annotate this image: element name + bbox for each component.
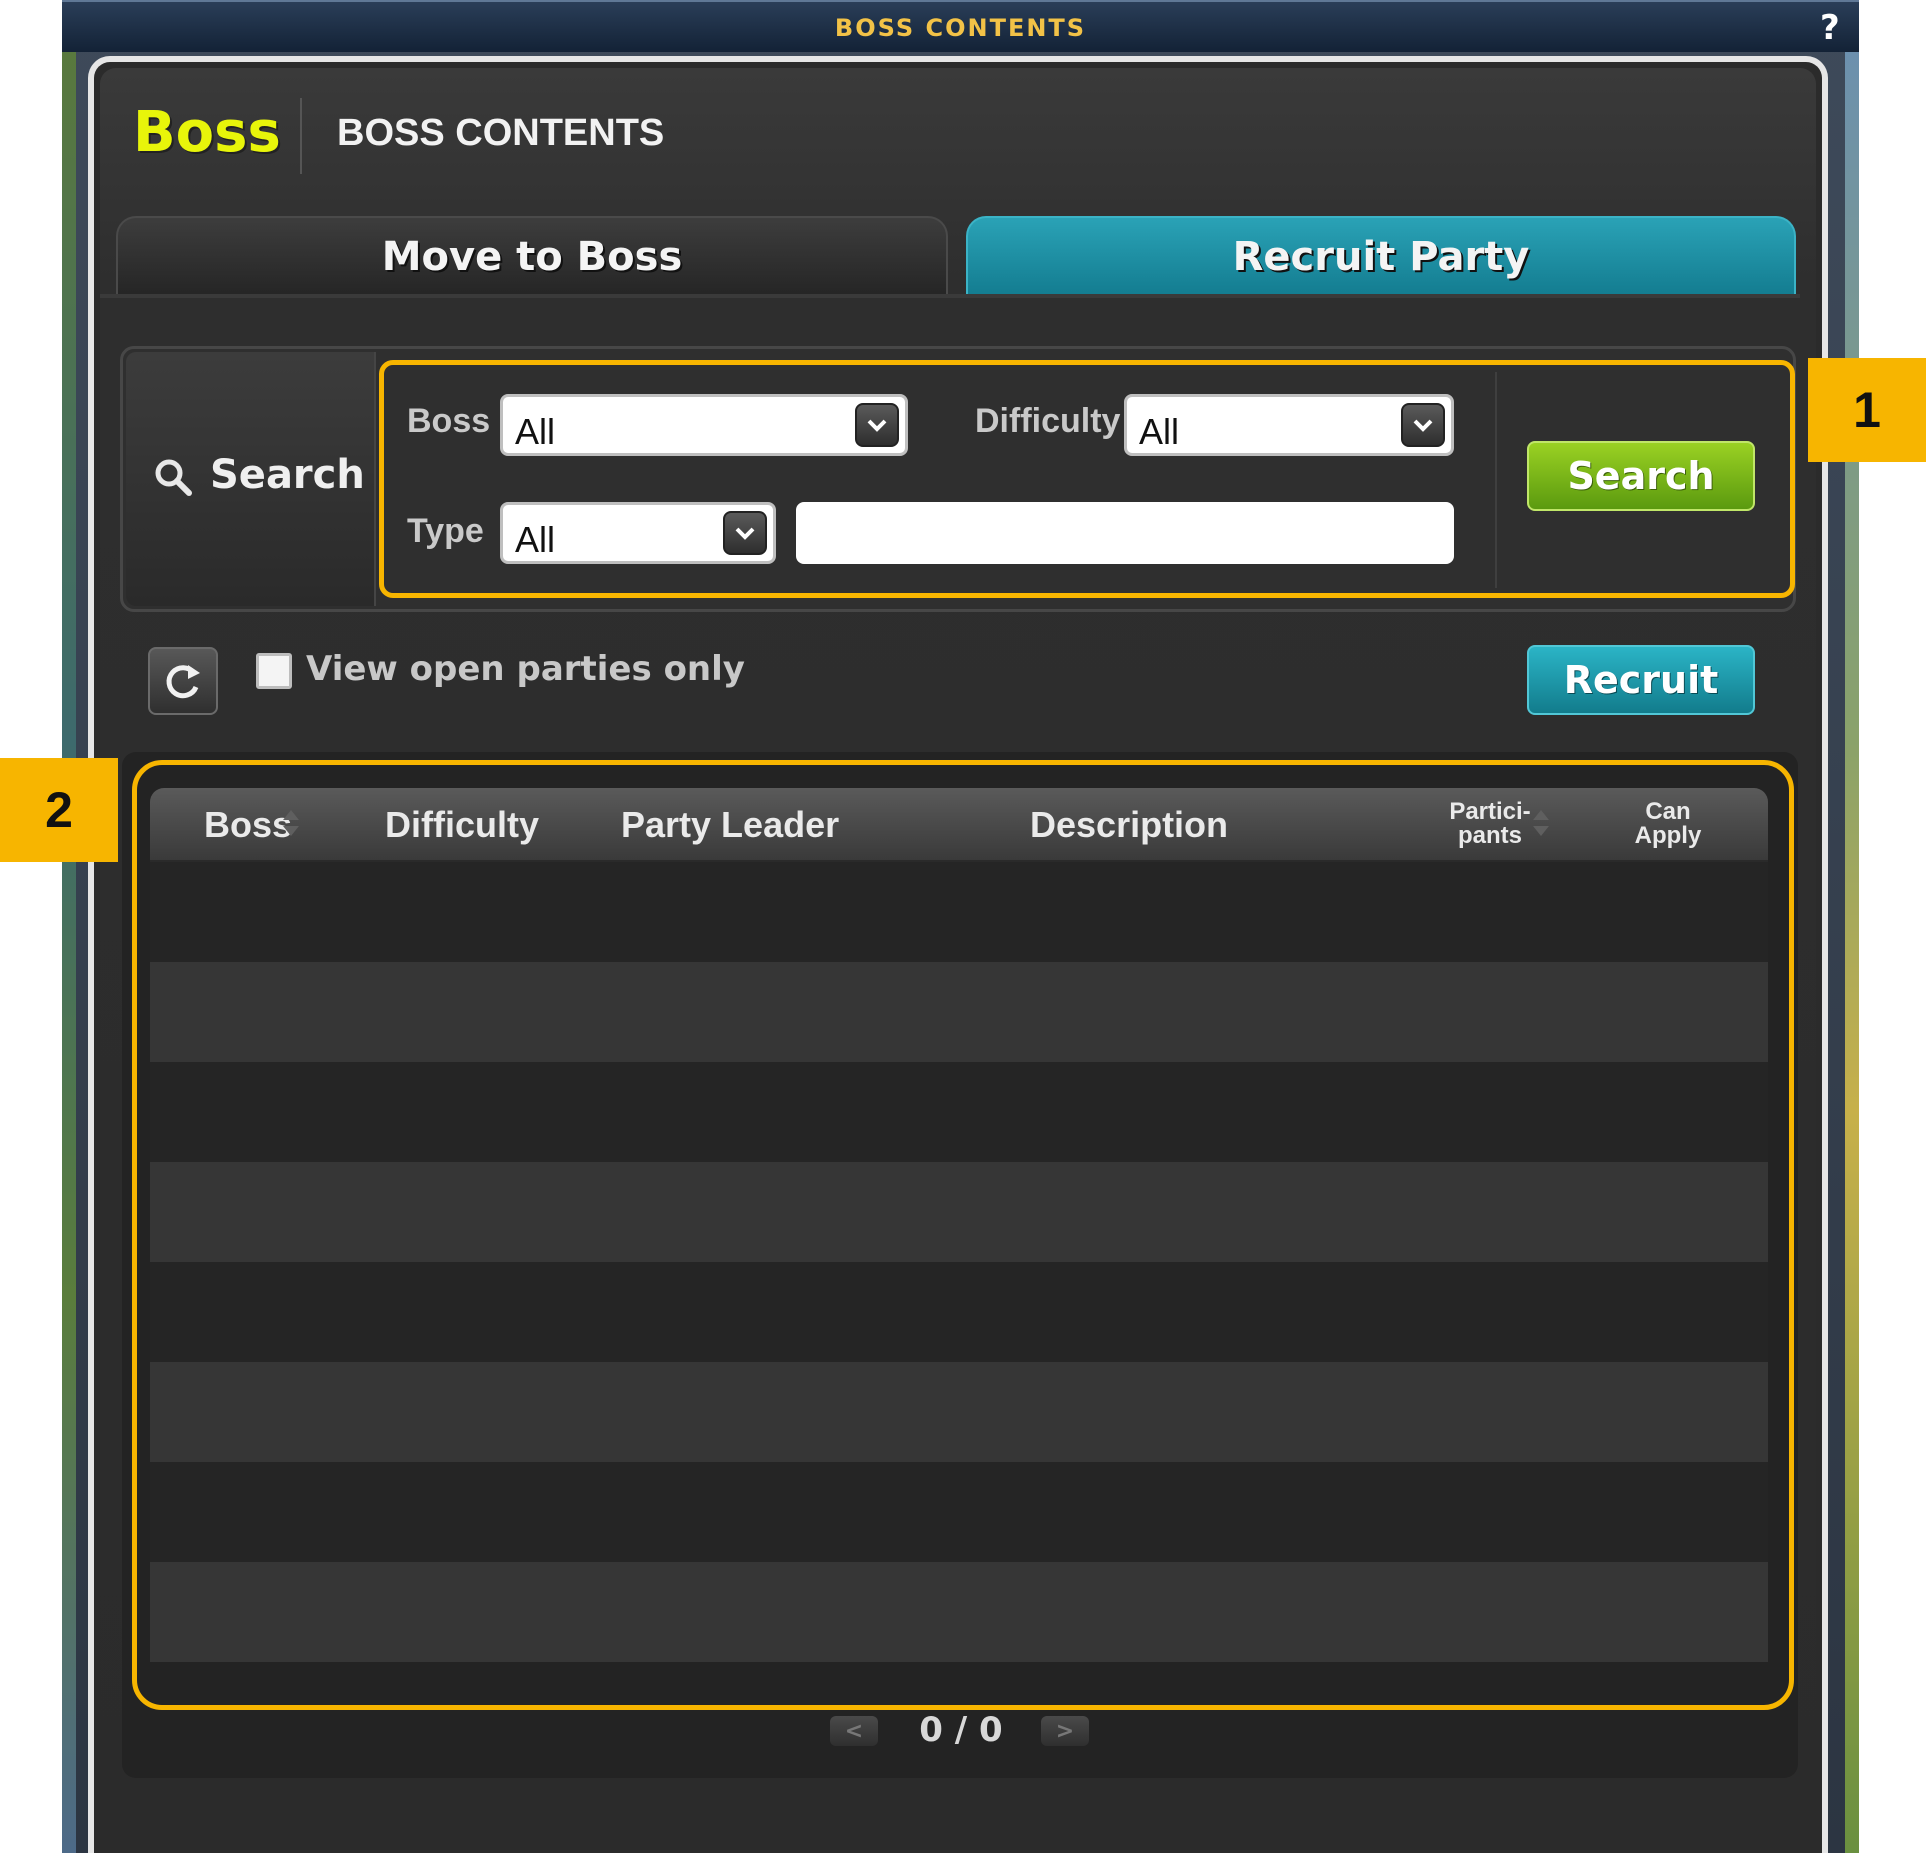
- open-parties-label: View open parties only: [306, 649, 745, 689]
- refresh-icon: [166, 665, 200, 699]
- callout-2-highlight: [132, 760, 1794, 1710]
- help-icon[interactable]: ?: [1820, 8, 1840, 48]
- prev-page-button[interactable]: <: [830, 1716, 878, 1746]
- callout-1-highlight: [379, 360, 1795, 598]
- page-title: BOSS CONTENTS: [337, 112, 665, 154]
- tab-move-to-boss[interactable]: Move to Boss: [116, 216, 948, 296]
- refresh-button[interactable]: [148, 647, 218, 715]
- page-indicator: 0 / 0: [919, 1710, 1003, 1750]
- close-icon[interactable]: ✕: [1860, 6, 1892, 50]
- callout-2-badge: 2: [0, 758, 118, 862]
- background-strip-right: [1845, 0, 1859, 1853]
- recruit-button[interactable]: Recruit: [1527, 645, 1755, 715]
- callout-1-badge: 1: [1808, 358, 1926, 462]
- search-section-label: Search: [210, 452, 365, 498]
- tab-underline: [100, 294, 1800, 298]
- tab-recruit-party[interactable]: Recruit Party: [966, 216, 1796, 296]
- open-parties-checkbox[interactable]: [256, 653, 292, 689]
- window-title: BOSS CONTENTS: [834, 14, 1087, 42]
- search-icon: [155, 459, 192, 496]
- background-strip-left: [62, 0, 76, 1853]
- boss-logo: Boss: [133, 100, 281, 165]
- header-divider: [300, 98, 302, 174]
- title-bar[interactable]: BOSS CONTENTS ? ✕: [62, 0, 1892, 52]
- next-page-button[interactable]: >: [1041, 1716, 1089, 1746]
